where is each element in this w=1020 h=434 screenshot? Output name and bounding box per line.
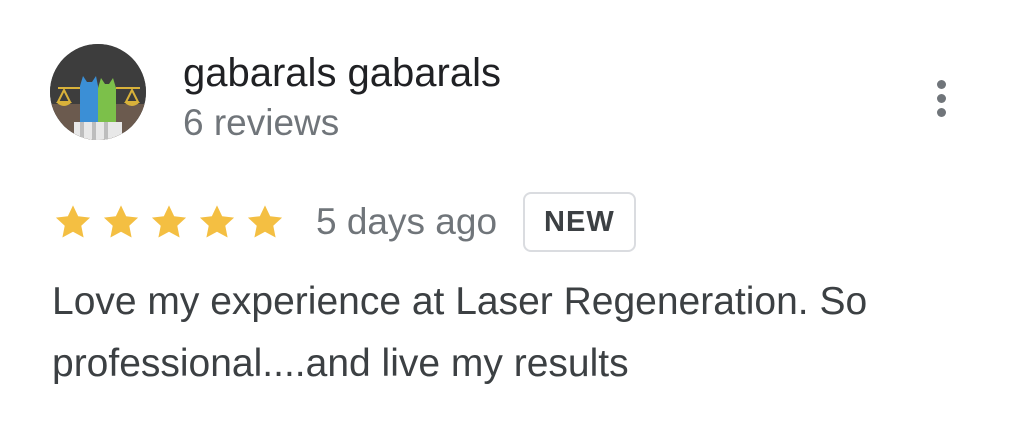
star-icon (103, 205, 139, 238)
review-card: gabarals gabarals 6 reviews 5 days ago N… (0, 0, 1020, 434)
review-date: 5 days ago (316, 201, 498, 242)
star-icon (55, 205, 91, 238)
star-icon (199, 205, 235, 238)
avatar[interactable] (50, 44, 146, 140)
star-rating (52, 201, 286, 243)
more-vert-icon-dot (936, 107, 946, 117)
star-icon (247, 205, 283, 238)
reviewer-name[interactable]: gabarals gabarals (183, 50, 501, 96)
more-vert-icon-dot (936, 79, 946, 89)
review-text: Love my experience at Laser Regeneration… (52, 280, 868, 385)
avatar-image (50, 44, 146, 140)
rating-row: 5 days ago NEW (52, 192, 636, 252)
more-vert-icon-dot (936, 93, 946, 103)
star-icon (151, 205, 187, 238)
more-options-button[interactable] (924, 76, 958, 120)
review-count[interactable]: 6 reviews (183, 101, 339, 145)
new-badge: NEW (523, 192, 636, 252)
